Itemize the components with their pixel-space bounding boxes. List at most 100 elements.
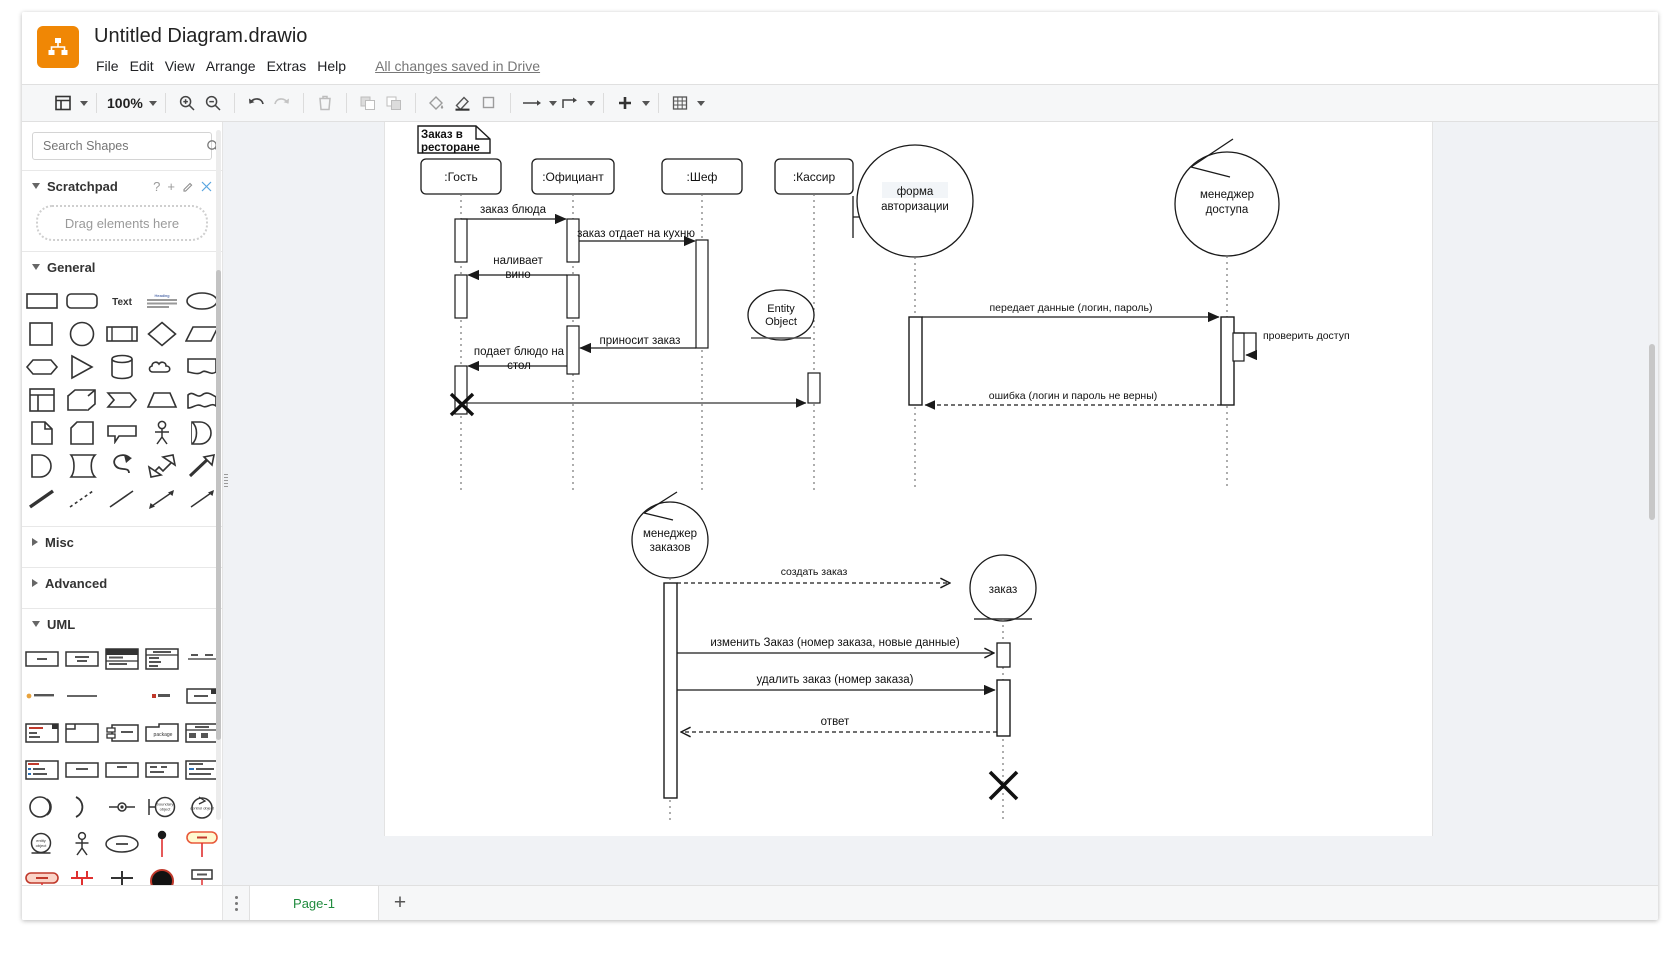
menu-file[interactable]: File <box>94 56 130 76</box>
uml-class-sections[interactable] <box>102 645 142 673</box>
activation-bar[interactable] <box>566 218 580 263</box>
activation-bar[interactable] <box>807 372 821 404</box>
message-order-dish[interactable]: заказ блюда <box>461 204 567 225</box>
shape-diamond[interactable] <box>142 321 182 347</box>
sidebar-section-general[interactable]: General <box>22 252 222 282</box>
message-response[interactable]: ответ <box>681 716 997 732</box>
activation-bar[interactable] <box>454 218 468 263</box>
connection-caret-icon[interactable] <box>548 100 557 106</box>
diagram-sheet[interactable]: Заказ в ресторане :Гость :Официант:Шеф … <box>384 122 1433 836</box>
activation-bar[interactable] <box>566 274 580 319</box>
zoom-level-label[interactable]: 100% <box>105 95 145 111</box>
layout-panel-caret-icon[interactable] <box>80 100 88 106</box>
uml-frame-label[interactable] <box>102 756 142 784</box>
shape-data-storage[interactable] <box>62 453 102 479</box>
shape-note[interactable] <box>22 420 62 446</box>
uml-class-attributes[interactable] <box>142 645 182 673</box>
message-serve-dish[interactable]: подает блюдо на стол <box>467 346 567 372</box>
fill-color-icon[interactable] <box>424 89 450 117</box>
uml-line[interactable] <box>62 682 102 710</box>
zoom-caret-icon[interactable] <box>148 100 157 106</box>
shape-line[interactable] <box>102 486 142 512</box>
uml-package[interactable]: package <box>142 719 182 747</box>
shape-cloud[interactable] <box>142 354 182 380</box>
activation-bar[interactable] <box>663 582 678 799</box>
chevron-right-icon[interactable] <box>32 538 38 546</box>
sidebar-scrollbar[interactable] <box>216 130 221 820</box>
menu-extras[interactable]: Extras <box>267 56 318 76</box>
to-front-icon[interactable] <box>355 89 381 117</box>
uml-class[interactable] <box>62 645 102 673</box>
uml-component-tagged[interactable] <box>22 719 62 747</box>
canvas-vertical-scrollbar[interactable] <box>1649 344 1655 520</box>
activation-bar[interactable] <box>996 642 1011 668</box>
uml-actor[interactable] <box>62 830 102 858</box>
sidebar-section-scratchpad[interactable]: Scratchpad ? + <box>22 171 222 201</box>
shape-process[interactable] <box>102 321 142 347</box>
sidebar-section-uml[interactable]: UML <box>22 609 222 639</box>
message-login-error[interactable]: ошибка (логин и пароль не верны) <box>924 390 1221 410</box>
add-page-button[interactable]: + <box>379 886 421 920</box>
uml-note-list[interactable] <box>142 756 182 784</box>
activation-bar[interactable] <box>996 679 1011 737</box>
shape-cube[interactable] <box>62 387 102 413</box>
message-brings-order[interactable]: приносит заказ <box>579 335 696 354</box>
shape-thick-line[interactable] <box>22 486 62 512</box>
help-icon[interactable]: ? <box>153 179 160 194</box>
uml-boundary[interactable]: boundary object <box>142 793 182 821</box>
uml-object[interactable] <box>22 645 62 673</box>
uml-entity-object[interactable]: entity object <box>22 830 62 858</box>
shape-step[interactable] <box>102 387 142 413</box>
undo-icon[interactable] <box>243 89 269 117</box>
chevron-right-icon[interactable] <box>32 579 38 587</box>
waypoints-icon[interactable] <box>557 89 583 117</box>
chevron-down-icon[interactable] <box>32 183 40 189</box>
activation-bar[interactable] <box>1220 316 1235 406</box>
connection-icon[interactable] <box>519 89 545 117</box>
uml-port[interactable] <box>102 793 142 821</box>
shape-square[interactable] <box>22 321 62 347</box>
shape-actor[interactable] <box>142 420 182 446</box>
shape-table[interactable] <box>22 387 62 413</box>
waypoints-caret-icon[interactable] <box>586 100 595 106</box>
shape-textbox[interactable]: Heading <box>142 288 182 314</box>
panel-resize-handle[interactable] <box>223 122 229 920</box>
shape-circle[interactable] <box>62 321 102 347</box>
canvas-area[interactable]: Заказ в ресторане :Гость :Официант:Шеф … <box>223 122 1658 920</box>
activation-bar-self[interactable] <box>1232 332 1245 362</box>
sidebar-section-misc[interactable]: Misc <box>22 527 222 557</box>
activation-bar[interactable] <box>566 325 580 375</box>
uml-list[interactable] <box>22 756 62 784</box>
insert-icon[interactable] <box>612 89 638 117</box>
save-status-link[interactable]: All changes saved in Drive <box>375 58 540 74</box>
edit-icon[interactable] <box>182 180 194 192</box>
shape-rounded-rectangle[interactable] <box>62 288 102 314</box>
table-icon[interactable] <box>667 89 693 117</box>
shape-callout[interactable] <box>102 420 142 446</box>
shape-text[interactable]: Text <box>102 288 142 314</box>
uml-frame[interactable] <box>62 719 102 747</box>
add-icon[interactable]: + <box>167 179 175 194</box>
uml-use-case[interactable] <box>102 830 142 858</box>
uml-activity[interactable] <box>182 830 222 858</box>
menu-arrange[interactable]: Arrange <box>206 56 267 76</box>
uml-entity-box[interactable] <box>62 756 102 784</box>
uml-required-interface[interactable] <box>62 793 102 821</box>
message-check-access-self[interactable]: проверить доступ <box>1234 330 1350 361</box>
shadow-icon[interactable] <box>476 89 502 117</box>
shape-cylinder[interactable] <box>102 354 142 380</box>
chevron-down-icon[interactable] <box>32 264 40 270</box>
message-delete-order[interactable]: удалить заказ (номер заказа) <box>677 674 996 696</box>
close-icon[interactable] <box>201 181 212 192</box>
message-change-order[interactable]: изменить Заказ (номер заказа, новые данн… <box>677 637 994 653</box>
shape-trapezoid[interactable] <box>142 387 182 413</box>
uml-start-node[interactable] <box>142 830 182 858</box>
layout-panel-icon[interactable] <box>50 89 76 117</box>
menu-help[interactable]: Help <box>317 56 357 76</box>
entity-object[interactable]: Entity Object <box>747 289 815 341</box>
kebab-menu-icon[interactable] <box>223 886 249 920</box>
shape-bidirectional-arrow[interactable] <box>142 486 182 512</box>
activation-bar[interactable] <box>908 316 923 406</box>
message-order-to-kitchen[interactable]: заказ отдает на кухню <box>577 228 696 247</box>
zoom-in-icon[interactable] <box>174 89 200 117</box>
